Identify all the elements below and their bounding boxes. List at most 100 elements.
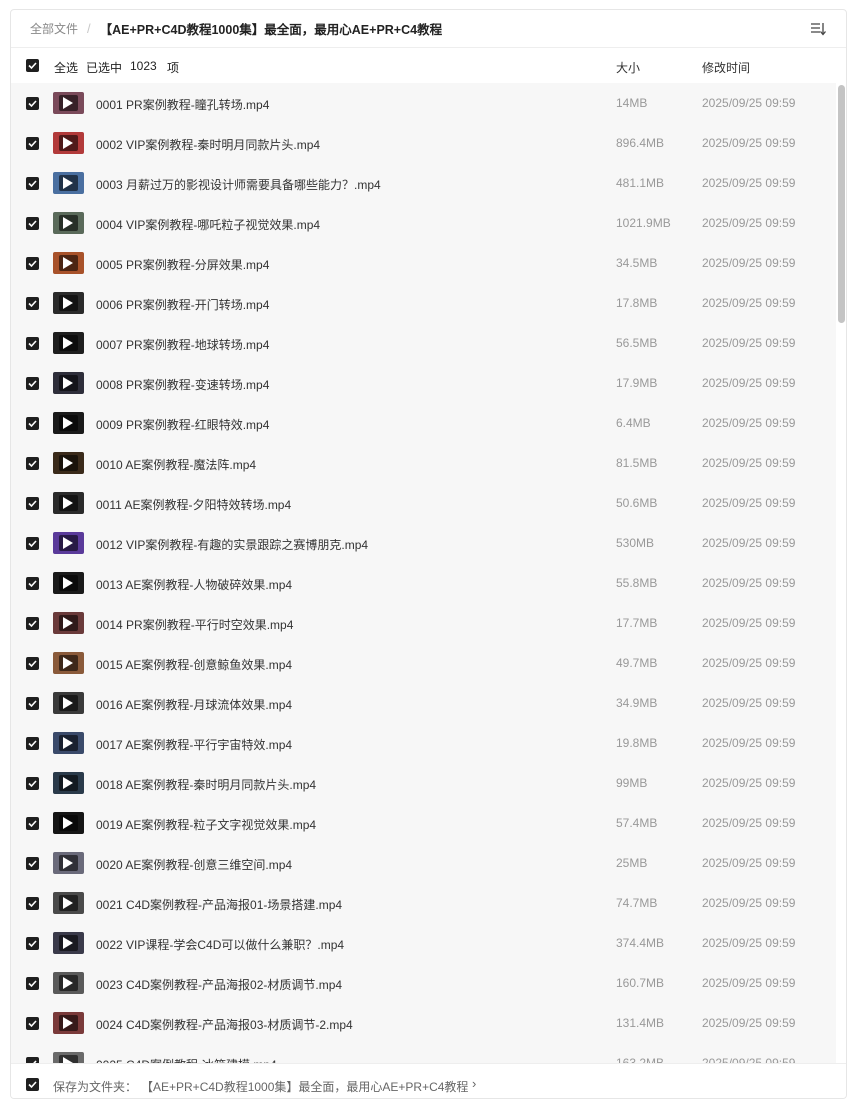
file-name[interactable]: 0021 C4D案例教程-产品海报01-场景搭建.mp4: [96, 896, 342, 913]
file-checkbox[interactable]: [26, 777, 39, 790]
file-name[interactable]: 0025 C4D案例教程-冰箱建模.mp4: [96, 1056, 277, 1063]
file-row[interactable]: 0002 VIP案例教程-秦时明月同款片头.mp4 896.4MB 2025/09/…: [11, 123, 836, 163]
file-row[interactable]: 0014 PR案例教程-平行时空效果.mp4 17.7MB 2025/09/25 0…: [11, 603, 836, 643]
file-name[interactable]: 0005 PR案例教程-分屏效果.mp4: [96, 256, 269, 273]
play-icon: [63, 777, 73, 789]
file-name[interactable]: 0004 VIP案例教程-哪吒粒子视觉效果.mp4: [96, 216, 320, 233]
file-name[interactable]: 0023 C4D案例教程-产品海报02-材质调节.mp4: [96, 976, 342, 993]
scrollbar-thumb[interactable]: [838, 85, 845, 323]
file-name[interactable]: 0002 VIP案例教程-秦时明月同款片头.mp4: [96, 136, 320, 153]
file-row[interactable]: 0013 AE案例教程-人物破碎效果.mp4 55.8MB 2025/09/25 0…: [11, 563, 836, 603]
file-row[interactable]: 0018 AE案例教程-秦时明月同款片头.mp4 99MB 2025/09/25 0…: [11, 763, 836, 803]
file-row[interactable]: 0023 C4D案例教程-产品海报02-材质调节.mp4 160.7MB 2025/…: [11, 963, 836, 1003]
file-row[interactable]: 0011 AE案例教程-夕阳特效转场.mp4 50.6MB 2025/09/25 0…: [11, 483, 836, 523]
file-name[interactable]: 0017 AE案例教程-平行宇宙特效.mp4: [96, 736, 292, 753]
file-row[interactable]: 0007 PR案例教程-地球转场.mp4 56.5MB 2025/09/25 09:…: [11, 323, 836, 363]
file-checkbox[interactable]: [26, 857, 39, 870]
file-checkbox[interactable]: [26, 217, 39, 230]
file-checkbox[interactable]: [26, 137, 39, 150]
video-thumbnail-icon: [53, 212, 84, 234]
file-row[interactable]: 0012 VIP案例教程-有趣的实景跟踪之赛博朋克.mp4 530MB 2025/0…: [11, 523, 836, 563]
chevron-right-icon[interactable]: ›: [472, 1076, 476, 1091]
file-size: 481.1MB: [616, 176, 665, 190]
breadcrumb-separator: /: [87, 21, 91, 36]
file-name[interactable]: 0012 VIP案例教程-有趣的实景跟踪之赛博朋克.mp4: [96, 536, 368, 553]
column-header-size[interactable]: 大小: [616, 59, 640, 76]
file-name[interactable]: 0018 AE案例教程-秦时明月同款片头.mp4: [96, 776, 316, 793]
file-size: 57.4MB: [616, 816, 658, 830]
file-size: 25MB: [616, 856, 648, 870]
file-checkbox[interactable]: [26, 937, 39, 950]
file-modified-time: 2025/09/25 09:59: [702, 136, 796, 150]
file-row[interactable]: 0004 VIP案例教程-哪吒粒子视觉效果.mp4 1021.9MB 2025/09…: [11, 203, 836, 243]
file-size: 50.6MB: [616, 496, 658, 510]
file-size: 19.8MB: [616, 736, 658, 750]
save-as-folder-checkbox[interactable]: [26, 1078, 39, 1091]
file-name[interactable]: 0015 AE案例教程-创意鲸鱼效果.mp4: [96, 656, 292, 673]
video-thumbnail-icon: [53, 692, 84, 714]
file-checkbox[interactable]: [26, 1017, 39, 1030]
file-row[interactable]: 0001 PR案例教程-瞳孔转场.mp4 14MB 2025/09/25 09:59: [11, 83, 836, 123]
file-checkbox[interactable]: [26, 537, 39, 550]
file-row[interactable]: 0005 PR案例教程-分屏效果.mp4 34.5MB 2025/09/25 09:…: [11, 243, 836, 283]
file-checkbox[interactable]: [26, 697, 39, 710]
save-as-folder-path[interactable]: 【AE+PR+C4D教程1000集】最全面，最用心AE+PR+C4教程: [141, 1078, 468, 1095]
file-name[interactable]: 0009 PR案例教程-红眼特效.mp4: [96, 416, 269, 433]
file-row[interactable]: 0008 PR案例教程-变速转场.mp4 17.9MB 2025/09/25 09:…: [11, 363, 836, 403]
file-name[interactable]: 0007 PR案例教程-地球转场.mp4: [96, 336, 269, 353]
file-checkbox[interactable]: [26, 337, 39, 350]
file-row[interactable]: 0021 C4D案例教程-产品海报01-场景搭建.mp4 74.7MB 2025/0…: [11, 883, 836, 923]
file-checkbox[interactable]: [26, 497, 39, 510]
file-checkbox[interactable]: [26, 977, 39, 990]
file-row[interactable]: 0010 AE案例教程-魔法阵.mp4 81.5MB 2025/09/25 09:5…: [11, 443, 836, 483]
file-name[interactable]: 0020 AE案例教程-创意三维空间.mp4: [96, 856, 292, 873]
file-name[interactable]: 0014 PR案例教程-平行时空效果.mp4: [96, 616, 293, 633]
file-row[interactable]: 0016 AE案例教程-月球流体效果.mp4 34.9MB 2025/09/25 0…: [11, 683, 836, 723]
file-modified-time: 2025/09/25 09:59: [702, 936, 796, 950]
file-name[interactable]: 0011 AE案例教程-夕阳特效转场.mp4: [96, 496, 291, 513]
select-all-label[interactable]: 全选: [54, 59, 78, 76]
file-row[interactable]: 0024 C4D案例教程-产品海报03-材质调节-2.mp4 131.4MB 202…: [11, 1003, 836, 1043]
breadcrumb-root[interactable]: 全部文件: [30, 20, 78, 37]
file-checkbox[interactable]: [26, 457, 39, 470]
scrollbar[interactable]: [837, 83, 846, 1063]
file-size: 374.4MB: [616, 936, 665, 950]
file-checkbox[interactable]: [26, 97, 39, 110]
file-checkbox[interactable]: [26, 897, 39, 910]
file-name[interactable]: 0022 VIP课程-学会C4D可以做什么兼职？.mp4: [96, 936, 344, 953]
file-row[interactable]: 0025 C4D案例教程-冰箱建模.mp4 163.2MB 2025/09/25 0…: [11, 1043, 836, 1063]
file-name[interactable]: 0001 PR案例教程-瞳孔转场.mp4: [96, 96, 269, 113]
file-row[interactable]: 0022 VIP课程-学会C4D可以做什么兼职？.mp4 374.4MB 2025/…: [11, 923, 836, 963]
file-row[interactable]: 0020 AE案例教程-创意三维空间.mp4 25MB 2025/09/25 09:…: [11, 843, 836, 883]
file-checkbox[interactable]: [26, 377, 39, 390]
file-name[interactable]: 0008 PR案例教程-变速转场.mp4: [96, 376, 269, 393]
file-name[interactable]: 0019 AE案例教程-粒子文字视觉效果.mp4: [96, 816, 316, 833]
file-checkbox[interactable]: [26, 577, 39, 590]
file-name[interactable]: 0006 PR案例教程-开门转场.mp4: [96, 296, 269, 313]
file-size: 14MB: [616, 96, 648, 110]
file-row[interactable]: 0006 PR案例教程-开门转场.mp4 17.8MB 2025/09/25 09:…: [11, 283, 836, 323]
column-header-mtime[interactable]: 修改时间: [702, 59, 750, 76]
file-name[interactable]: 0013 AE案例教程-人物破碎效果.mp4: [96, 576, 292, 593]
file-checkbox[interactable]: [26, 177, 39, 190]
file-checkbox[interactable]: [26, 617, 39, 630]
file-checkbox[interactable]: [26, 817, 39, 830]
file-row[interactable]: 0015 AE案例教程-创意鲸鱼效果.mp4 49.7MB 2025/09/25 0…: [11, 643, 836, 683]
file-checkbox[interactable]: [26, 737, 39, 750]
file-name[interactable]: 0010 AE案例教程-魔法阵.mp4: [96, 456, 256, 473]
file-row[interactable]: 0009 PR案例教程-红眼特效.mp4 6.4MB 2025/09/25 09:5…: [11, 403, 836, 443]
file-name[interactable]: 0024 C4D案例教程-产品海报03-材质调节-2.mp4: [96, 1016, 353, 1033]
file-row[interactable]: 0003 月薪过万的影视设计师需要具备哪些能力？.mp4 481.1MB 2025/…: [11, 163, 836, 203]
file-checkbox[interactable]: [26, 297, 39, 310]
file-row[interactable]: 0019 AE案例教程-粒子文字视觉效果.mp4 57.4MB 2025/09/25…: [11, 803, 836, 843]
file-checkbox[interactable]: [26, 257, 39, 270]
file-modified-time: 2025/09/25 09:59: [702, 376, 796, 390]
file-name[interactable]: 0003 月薪过万的影视设计师需要具备哪些能力？.mp4: [96, 176, 381, 193]
file-checkbox[interactable]: [26, 657, 39, 670]
file-checkbox[interactable]: [26, 417, 39, 430]
file-name[interactable]: 0016 AE案例教程-月球流体效果.mp4: [96, 696, 292, 713]
play-icon: [63, 297, 73, 309]
sort-list-icon[interactable]: [810, 21, 826, 37]
file-row[interactable]: 0017 AE案例教程-平行宇宙特效.mp4 19.8MB 2025/09/25 0…: [11, 723, 836, 763]
select-all-checkbox[interactable]: [26, 59, 39, 72]
